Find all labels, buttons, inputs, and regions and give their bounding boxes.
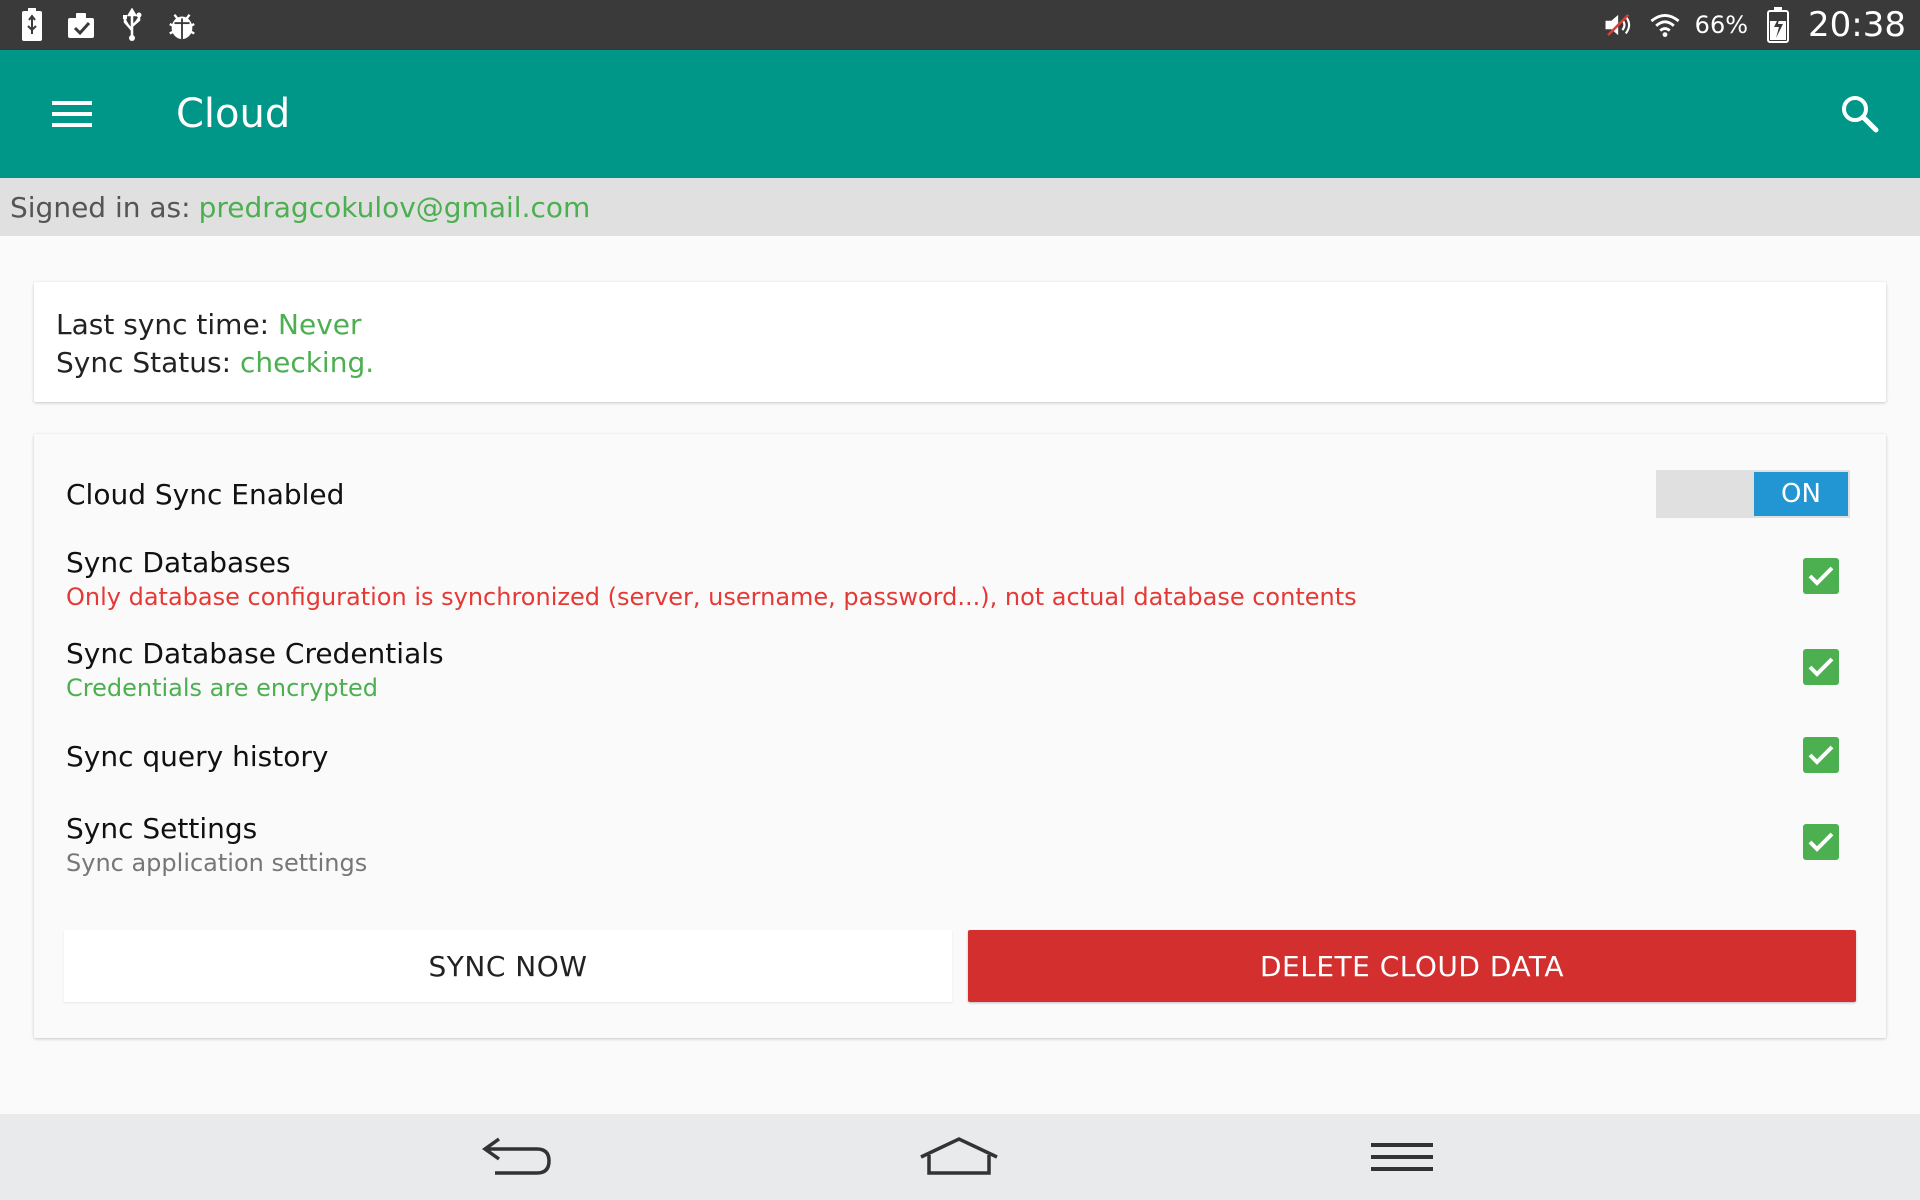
sync-settings-card: Cloud Sync Enabled ON Sync Databases Onl… [34,434,1886,1038]
toggle-on-label: ON [1754,472,1848,516]
checkmark-icon [1808,832,1834,852]
menu-icon[interactable] [1357,1127,1447,1187]
usb-icon [116,8,148,41]
checkmark-icon [1808,566,1834,586]
wifi-icon [1649,9,1681,41]
battery-percent: 66% [1694,11,1749,39]
sync-now-button[interactable]: SYNC NOW [64,930,952,1002]
account-email: predragcokulov@gmail.com [198,190,591,224]
sync-query-history-checkbox[interactable] [1803,737,1839,773]
sync-status-row: Sync Status: checking. [56,344,1864,382]
sync-settings-title: Sync Settings [66,812,258,845]
sync-query-history-row[interactable]: Sync query history [66,740,1854,773]
clock: 20:38 [1808,5,1906,45]
volume-muted-icon [1603,9,1635,41]
checkmark-icon [1808,657,1834,677]
checkmark-icon [1808,745,1834,765]
sync-databases-subtitle: Only database configuration is synchroni… [66,583,1357,611]
sync-info-card: Last sync time: Never Sync Status: check… [34,282,1886,402]
sync-settings-row[interactable]: Sync Settings Sync application settings [66,812,1854,877]
sync-status-label: Sync Status: [56,346,232,379]
last-sync-value: Never [278,308,362,341]
signed-in-bar: Signed in as: predragcokulov@gmail.com [0,178,1920,236]
back-icon[interactable] [472,1127,562,1187]
home-icon[interactable] [914,1127,1004,1187]
status-right-icons: 66% 20:38 [1603,5,1906,45]
system-nav-bar [0,1114,1920,1200]
sync-settings-subtitle: Sync application settings [66,849,368,877]
sync-databases-checkbox[interactable] [1803,558,1839,594]
signed-in-label: Signed in as: [10,190,191,224]
sync-credentials-checkbox[interactable] [1803,649,1839,685]
sync-databases-title: Sync Databases [66,546,291,579]
last-sync-label: Last sync time: [56,308,270,341]
battery-charging-icon [16,8,48,41]
status-bar: 66% 20:38 [0,0,1920,50]
cloud-sync-enabled-label: Cloud Sync Enabled [66,478,345,511]
cloud-sync-enabled-row: Cloud Sync Enabled [66,478,1854,511]
sync-credentials-row[interactable]: Sync Database Credentials Credentials ar… [66,637,1854,702]
battery-icon [1762,7,1794,43]
sync-credentials-title: Sync Database Credentials [66,637,444,670]
android-debug-icon [166,9,198,41]
hamburger-menu-icon[interactable] [42,84,102,144]
status-left-icons [16,8,198,41]
delete-cloud-data-button[interactable]: DELETE CLOUD DATA [968,930,1856,1002]
sync-databases-row[interactable]: Sync Databases Only database configurati… [66,546,1854,611]
sync-settings-checkbox[interactable] [1803,824,1839,860]
sync-status-value: checking. [239,346,375,379]
last-sync-row: Last sync time: Never [56,306,1864,344]
sync-credentials-subtitle: Credentials are encrypted [66,674,378,702]
clipboard-check-icon [66,9,98,41]
cloud-sync-toggle[interactable]: ON [1656,470,1850,518]
search-icon[interactable] [1828,82,1892,146]
page-title: Cloud [176,91,291,137]
sync-query-history-title: Sync query history [66,740,329,773]
app-bar: Cloud [0,50,1920,178]
cloud-screen: 66% 20:38 Cloud Signed in as: predragcok… [0,0,1920,1200]
